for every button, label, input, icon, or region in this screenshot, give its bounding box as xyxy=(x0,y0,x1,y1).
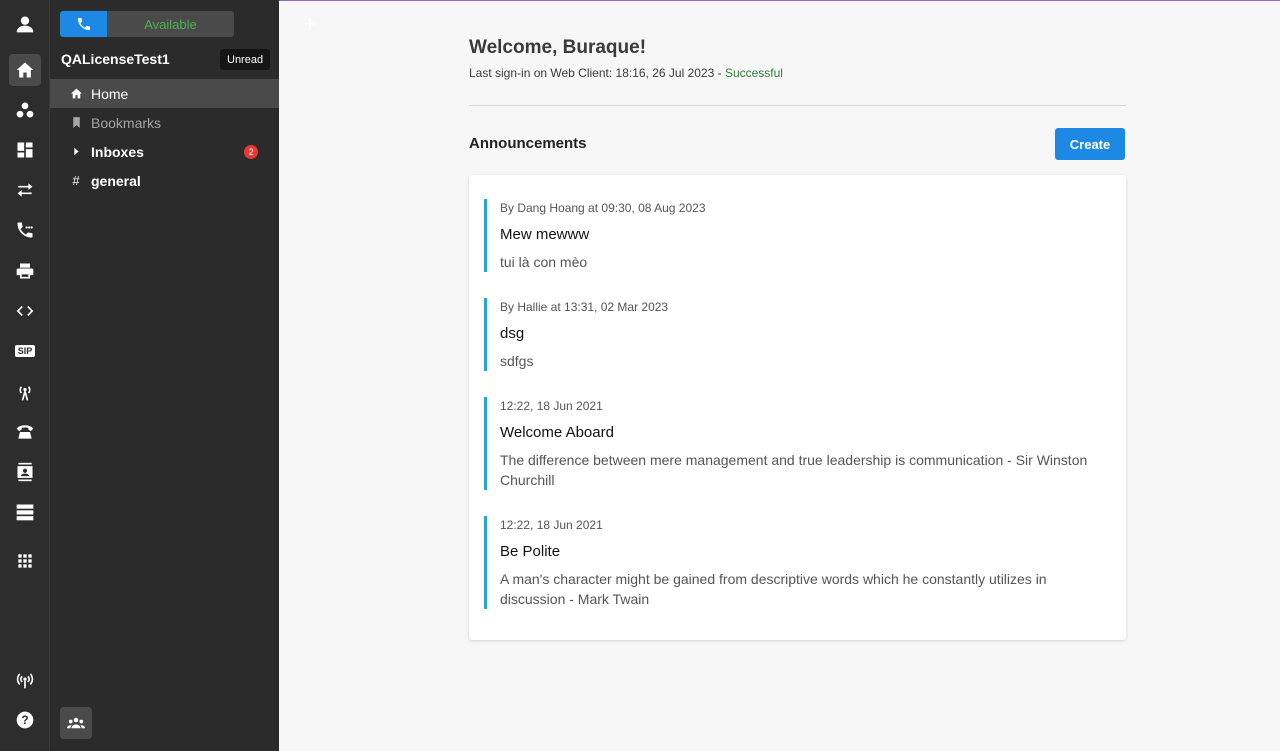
antenna-icon[interactable] xyxy=(9,376,41,408)
announcements-card: By Dang Hoang at 09:30, 08 Aug 2023 Mew … xyxy=(469,175,1126,640)
sip-icon[interactable]: SIP xyxy=(9,335,41,367)
announcements-title: Announcements xyxy=(469,135,587,152)
announcement-meta: 12:22, 18 Jun 2021 xyxy=(500,399,603,413)
availability-status[interactable]: Available xyxy=(107,11,234,37)
caret-right-icon xyxy=(68,144,84,160)
announcement-item: By Dang Hoang at 09:30, 08 Aug 2023 Mew … xyxy=(484,199,1114,272)
servers-icon[interactable] xyxy=(9,496,41,528)
signin-status: Successful xyxy=(724,66,783,80)
apps-grid-icon[interactable] xyxy=(9,545,41,577)
top-accent-line xyxy=(279,0,1280,1)
call-flow-icon[interactable] xyxy=(9,214,41,246)
sidebar-item-bookmarks[interactable]: Bookmarks xyxy=(50,108,279,137)
svg-text:?: ? xyxy=(21,714,28,727)
phone-icon xyxy=(77,18,90,30)
add-icon[interactable]: + xyxy=(298,10,322,38)
workspace-name: QALicenseTest1 xyxy=(61,51,170,67)
last-signin-text: Last sign-in on Web Client: 18:16, 26 Ju… xyxy=(469,66,725,80)
groups-icon[interactable] xyxy=(9,94,41,126)
divider xyxy=(469,105,1126,106)
bookmark-icon xyxy=(68,115,84,131)
workspace-sidebar: Available + QALicenseTest1 Unread Home B… xyxy=(50,0,316,751)
announcement-meta: By Hallie at 13:31, 02 Mar 2023 xyxy=(500,300,669,314)
announcement-title: Mew mewww xyxy=(500,226,590,243)
sidebar-item-general[interactable]: # general xyxy=(50,166,279,195)
broadcast-icon[interactable] xyxy=(9,664,41,696)
home-icon[interactable] xyxy=(9,54,41,86)
printer-icon[interactable] xyxy=(9,255,41,287)
sidebar-item-label: Bookmarks xyxy=(91,114,162,131)
sidebar-item-label: Inboxes xyxy=(91,143,144,160)
desk-phone-icon[interactable] xyxy=(9,416,41,448)
create-button[interactable]: Create xyxy=(1055,128,1125,160)
sidebar-item-home[interactable]: Home xyxy=(50,79,279,108)
hash-icon: # xyxy=(72,173,80,188)
announcement-meta: By Dang Hoang at 09:30, 08 Aug 2023 xyxy=(500,201,706,215)
home-icon xyxy=(68,86,84,102)
announcement-body: The difference between mere management a… xyxy=(500,452,1088,488)
last-signin-info: Last sign-in on Web Client: 18:16, 26 Ju… xyxy=(469,66,783,80)
team-button[interactable] xyxy=(60,707,92,739)
announcement-item: 12:22, 18 Jun 2021 Welcome Aboard The di… xyxy=(484,397,1114,490)
sidebar-item-label: Home xyxy=(91,85,129,102)
contacts-icon[interactable] xyxy=(9,456,41,488)
announcement-title: dsg xyxy=(500,325,525,342)
sidebar-item-inboxes[interactable]: Inboxes 2 xyxy=(50,137,279,166)
announcement-body: A man's character might be gained from d… xyxy=(500,571,1047,607)
status-bar: Available + xyxy=(60,10,318,38)
unread-count-badge: 2 xyxy=(244,145,258,159)
announcement-title: Be Polite xyxy=(500,543,561,560)
help-icon[interactable]: ? xyxy=(9,704,41,736)
sidebar-nav: Home Bookmarks Inboxes 2 # general xyxy=(50,79,279,195)
user-icon[interactable] xyxy=(9,8,41,40)
icon-rail: SIP ? xyxy=(0,0,50,751)
code-icon[interactable] xyxy=(9,295,41,327)
announcement-body: tui là con mèo xyxy=(500,254,588,270)
welcome-title: Welcome, Buraque! xyxy=(469,37,647,58)
phone-button[interactable] xyxy=(60,11,107,37)
announcement-item: 12:22, 18 Jun 2021 Be Polite A man's cha… xyxy=(484,516,1114,609)
team-icon xyxy=(67,717,85,729)
unread-button[interactable]: Unread xyxy=(220,49,271,70)
sidebar-item-label: general xyxy=(91,172,141,189)
announcement-body: sdfgs xyxy=(500,353,534,369)
dashboard-icon[interactable] xyxy=(9,134,41,166)
announcement-meta: 12:22, 18 Jun 2021 xyxy=(500,518,603,532)
announcement-item: By Hallie at 13:31, 02 Mar 2023 dsg sdfg… xyxy=(484,298,1114,371)
transfer-icon[interactable] xyxy=(9,174,41,206)
announcement-title: Welcome Aboard xyxy=(500,424,614,441)
